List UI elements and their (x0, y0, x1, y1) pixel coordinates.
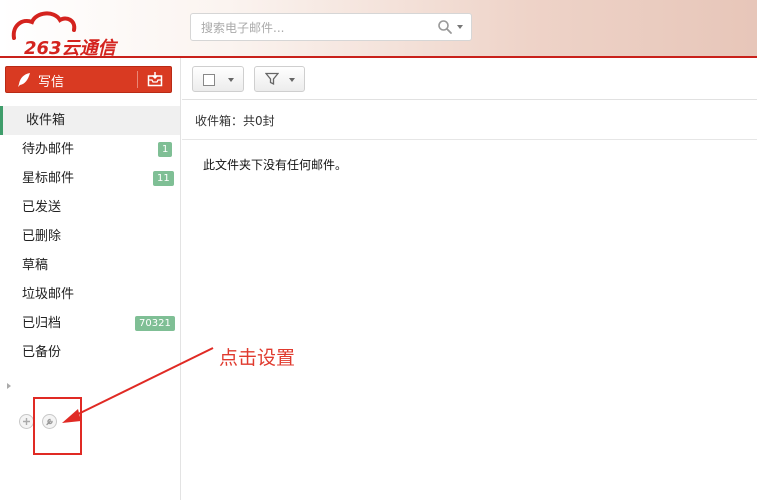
search-icon[interactable] (437, 19, 453, 35)
search-box[interactable] (190, 13, 472, 41)
compose-button-group: 写信 (5, 66, 172, 93)
folder-label: 待办邮件 (22, 142, 75, 157)
folder-todo[interactable]: 待办邮件 1 (0, 135, 180, 164)
folder-label: 垃圾邮件 (22, 287, 75, 302)
folder-label: 已发送 (22, 200, 62, 215)
annotation-highlight-box (33, 397, 82, 455)
folder-starred[interactable]: 星标邮件 11 (0, 164, 180, 193)
chevron-down-icon (228, 78, 234, 82)
compose-label: 写信 (38, 75, 65, 90)
top-header: 263云通信 (0, 0, 757, 59)
compose-button[interactable]: 写信 (6, 67, 136, 92)
expand-folders-arrow-icon[interactable] (7, 383, 11, 389)
folder-spam[interactable]: 垃圾邮件 (0, 280, 180, 309)
folder-summary-bar: 收件箱：共0封 (182, 100, 757, 140)
folder-drafts[interactable]: 草稿 (0, 251, 180, 280)
logo-263[interactable]: 263云通信 (10, 8, 150, 59)
feather-pen-icon (18, 73, 30, 87)
folder-label: 已归档 (22, 316, 62, 331)
folder-inbox[interactable]: 收件箱 (0, 106, 180, 135)
compose-divider (137, 71, 138, 88)
folder-label: 草稿 (22, 258, 49, 273)
folder-summary: 收件箱：共0封 (195, 114, 275, 128)
unread-count-badge: 1 (158, 142, 173, 157)
select-all-dropdown[interactable] (192, 66, 244, 92)
folder-list: 收件箱 待办邮件 1 星标邮件 11 已发送 已删除 草稿 垃圾邮件 已归档 7… (0, 106, 180, 367)
folder-label: 星标邮件 (22, 171, 75, 186)
logo-text: 263云通信 (24, 38, 116, 59)
filter-dropdown[interactable] (254, 66, 305, 92)
empty-folder-message: 此文件夹下没有任何邮件。 (203, 158, 348, 172)
sidebar: 写信 收件箱 待办邮件 1 星标邮件 11 已发送 已删除 草稿 垃圾邮件 已归… (0, 58, 181, 500)
checkbox-icon (203, 74, 215, 86)
search-options-chevron-icon[interactable] (457, 25, 463, 29)
mail-toolbar (182, 58, 757, 100)
plus-icon (23, 418, 30, 425)
receive-mail-button[interactable] (139, 67, 171, 92)
filter-funnel-icon (265, 72, 279, 86)
folder-sent[interactable]: 已发送 (0, 193, 180, 222)
folder-backup[interactable]: 已备份 (0, 338, 180, 367)
chevron-down-icon (289, 78, 295, 82)
add-folder-button[interactable] (19, 414, 34, 429)
unread-count-badge: 70321 (135, 316, 175, 331)
unread-count-badge: 11 (153, 171, 174, 186)
search-input[interactable] (199, 18, 423, 38)
inbox-tray-icon (147, 72, 163, 87)
annotation-label: 点击设置 (219, 347, 296, 369)
folder-deleted[interactable]: 已删除 (0, 222, 180, 251)
folder-archived[interactable]: 已归档 70321 (0, 309, 180, 338)
folder-label: 已备份 (22, 345, 62, 360)
folder-label: 已删除 (22, 229, 62, 244)
folder-label: 收件箱 (26, 113, 66, 128)
